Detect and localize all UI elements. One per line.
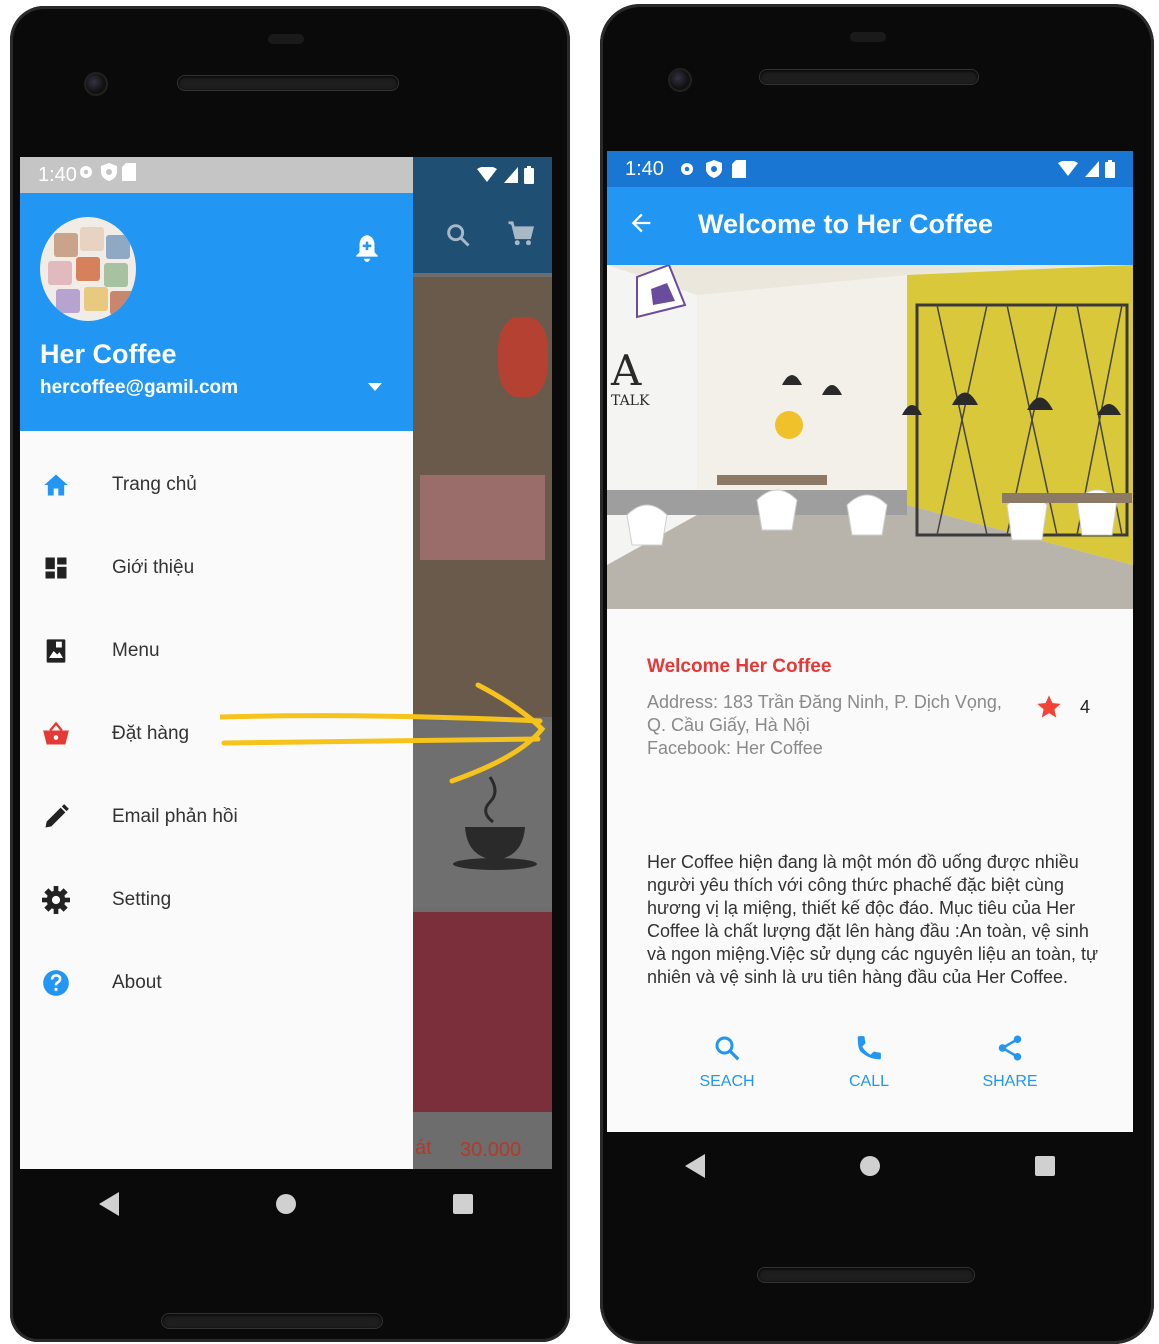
background-search-icon — [447, 224, 470, 247]
app-bar: Welcome to Her Coffee — [607, 187, 1133, 265]
nav-item-label: Setting — [112, 889, 172, 910]
phone-icon — [857, 1036, 881, 1060]
settings-status-icon — [680, 163, 693, 175]
home-nav-icon[interactable] — [859, 1156, 880, 1176]
account-dropdown-icon[interactable] — [368, 383, 382, 393]
search-action-button[interactable]: SEACH — [672, 1033, 782, 1103]
basket-icon — [43, 721, 69, 745]
info-address: Address: 183 Trần Đăng Ninh, P. Dịch Vọn… — [647, 692, 1002, 735]
dashboard-icon — [45, 557, 67, 579]
info-facebook: Facebook: Her Coffee — [647, 738, 823, 758]
navigation-drawer: 1:40 Her Coffee hercoffee@gamil.com Tran… — [20, 157, 413, 1169]
nav-item-setting[interactable]: Setting — [20, 870, 413, 930]
action-label: SEACH — [699, 1073, 755, 1090]
help-icon — [43, 970, 69, 996]
screenshot-canvas: át 30.000 1:40 Her Coffee hercoffee@gami… — [0, 0, 1159, 1344]
wifi-icon — [1058, 161, 1078, 176]
action-label: CALL — [848, 1073, 890, 1090]
cafe-interior-image: A TALK — [607, 265, 1133, 609]
status-bar: 1:40 — [20, 157, 413, 193]
sd-card-status-icon — [122, 163, 137, 181]
svg-text:TALK: TALK — [611, 393, 650, 409]
nav-item-label: Trang chủ — [112, 474, 197, 495]
right-phone-camera — [670, 70, 690, 90]
avatar[interactable] — [40, 217, 136, 321]
wifi-icon — [477, 167, 497, 182]
nav-item-label: Giới thiệu — [112, 557, 195, 578]
right-system-nav-bar — [607, 1134, 1133, 1198]
nav-item-label: Email phản hồi — [112, 806, 238, 827]
back-nav-icon[interactable] — [98, 1192, 119, 1216]
right-phone-screen: 1:40 Welcome to Her Coffee A TALK Welcom… — [607, 151, 1133, 1132]
share-icon — [998, 1035, 1022, 1061]
drawer-account-name: Her Coffee — [40, 339, 177, 369]
signal-icon — [504, 167, 518, 183]
gear-icon — [42, 886, 70, 914]
left-system-nav-bar — [20, 1172, 552, 1236]
nav-item-about[interactable]: About — [20, 953, 413, 1013]
left-phone-speaker — [178, 76, 398, 90]
share-action-button[interactable]: SHARE — [955, 1033, 1065, 1103]
right-phone-bottom-speaker — [758, 1268, 974, 1282]
svg-text:A: A — [610, 346, 642, 395]
nav-item-menu[interactable]: Menu — [20, 621, 413, 681]
left-phone-screen: át 30.000 1:40 Her Coffee hercoffee@gami… — [20, 157, 552, 1169]
search-icon — [715, 1036, 740, 1061]
status-time: 1:40 — [625, 157, 664, 180]
background-price: 30.000 — [460, 1139, 522, 1161]
description-text: Her Coffee hiện đang là một món đồ uống … — [647, 852, 1099, 987]
annotation-arrow — [220, 682, 546, 784]
right-phone-top-slot — [850, 32, 886, 42]
signal-icon — [1085, 161, 1099, 177]
settings-status-icon — [79, 166, 92, 178]
left-phone-top-slot — [268, 34, 304, 44]
status-time: 1:40 — [38, 163, 77, 186]
back-nav-icon[interactable] — [684, 1154, 705, 1178]
nav-item-label: Đặt hàng — [112, 723, 190, 744]
left-phone-bottom-speaker — [162, 1314, 382, 1328]
right-phone-speaker — [760, 70, 978, 84]
background-fruit-image — [498, 317, 548, 397]
recents-nav-icon[interactable] — [453, 1194, 474, 1214]
home-nav-icon[interactable] — [275, 1194, 296, 1214]
status-bar: 1:40 — [607, 151, 1133, 187]
info-heading: Welcome Her Coffee — [647, 656, 832, 677]
recents-nav-icon[interactable] — [1035, 1156, 1056, 1176]
nav-item-gioi-thieu[interactable]: Giới thiệu — [20, 538, 413, 598]
battery-icon — [524, 166, 534, 184]
background-drinks-image — [420, 475, 545, 560]
left-phone-camera — [86, 74, 106, 94]
notification-add-icon[interactable] — [354, 233, 380, 263]
nav-item-trang-chu[interactable]: Trang chủ — [20, 455, 413, 515]
pencil-icon — [45, 804, 69, 828]
background-smoothie-image — [413, 912, 552, 1112]
background-cart-icon — [508, 221, 535, 246]
sd-card-status-icon — [731, 160, 746, 178]
action-label: SHARE — [982, 1073, 1038, 1090]
star-icon — [1037, 695, 1061, 718]
rating-value: 4 — [1080, 697, 1091, 717]
battery-icon — [1105, 160, 1115, 178]
background-price-prefix: át — [415, 1137, 432, 1159]
shield-status-icon — [100, 163, 117, 181]
shield-status-icon — [705, 160, 722, 178]
home-icon — [44, 474, 68, 496]
back-arrow-icon[interactable] — [627, 209, 655, 237]
page-title: Welcome to Her Coffee — [698, 209, 994, 239]
call-action-button[interactable]: CALL — [814, 1033, 924, 1103]
nav-item-label: About — [112, 972, 162, 993]
drawer-header: Her Coffee hercoffee@gamil.com — [20, 193, 413, 431]
drawer-account-email: hercoffee@gamil.com — [40, 377, 239, 398]
nav-item-label: Menu — [112, 640, 160, 661]
menu-book-icon — [46, 639, 66, 663]
